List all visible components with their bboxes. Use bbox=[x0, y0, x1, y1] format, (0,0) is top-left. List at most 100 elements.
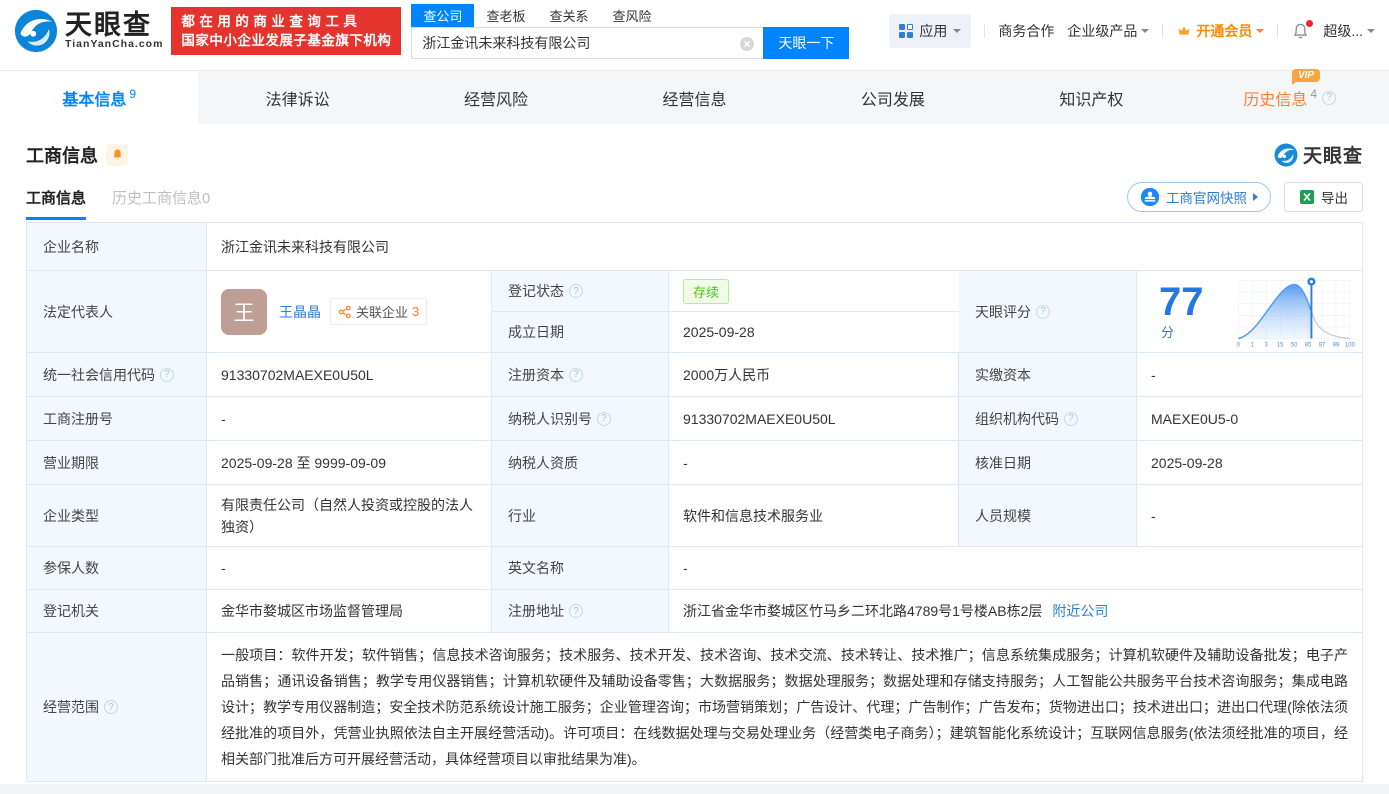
table-row: 企业类型 有限责任公司（自然人投资或控股的法人独资） 行业 软件和信息技术服务业… bbox=[27, 485, 1362, 547]
business-info-table: 企业名称 浙江金讯未来科技有限公司 法定代表人 王 王晶晶 关联企业 3 登记状… bbox=[26, 222, 1363, 782]
help-icon[interactable]: ? bbox=[569, 367, 583, 382]
business-term-label: 营业期限 bbox=[27, 441, 207, 484]
export-label: 导出 bbox=[1321, 191, 1348, 206]
reg-number-value: - bbox=[207, 397, 492, 440]
notification-bell-icon[interactable] bbox=[1291, 19, 1314, 41]
taxpayer-quality-label: 纳税人资质 bbox=[492, 441, 669, 484]
score-axis-tick: 97 bbox=[1318, 343, 1325, 349]
help-icon[interactable]: ? bbox=[160, 367, 174, 382]
company-nav-tabs: 基本信息 9 法律诉讼 经营风险 经营信息 公司发展 知识产权 VIP 历史信息 … bbox=[0, 68, 1389, 124]
company-type-label: 企业类型 bbox=[27, 485, 207, 546]
establish-date-value: 2025-09-28 bbox=[683, 324, 755, 340]
divider bbox=[984, 24, 986, 38]
tianyancha-logo-icon bbox=[14, 9, 58, 53]
help-icon[interactable]: ? bbox=[569, 284, 583, 298]
subscribe-bell-icon[interactable] bbox=[106, 143, 128, 166]
reg-status-label-cell: 登记状态 ? bbox=[492, 271, 669, 311]
insured-count-label: 参保人数 bbox=[27, 547, 207, 589]
search-tab-relation[interactable]: 查关系 bbox=[537, 4, 600, 27]
apps-menu-button[interactable]: 应用 bbox=[889, 14, 972, 48]
related-count: 3 bbox=[412, 304, 420, 319]
related-companies-badge[interactable]: 关联企业 3 bbox=[330, 298, 428, 325]
menu-enterprise-products[interactable]: 企业级产品 bbox=[1067, 21, 1150, 41]
score-axis-tick: 100 bbox=[1345, 343, 1356, 349]
registry-authority-label: 登记机关 bbox=[27, 590, 207, 632]
related-label: 关联企业 bbox=[356, 305, 409, 320]
menu-open-vip[interactable]: 开通会员 bbox=[1176, 21, 1265, 41]
search-area: 查公司 查老板 查关系 查风险 天眼一下 bbox=[411, 3, 850, 59]
credit-code-label-cell: 统一社会信用代码 ? bbox=[27, 353, 207, 396]
tab-intellectual-property[interactable]: 知识产权 bbox=[992, 71, 1190, 124]
tab-legal-proceedings[interactable]: 法律诉讼 bbox=[198, 71, 396, 124]
field-label: 注册地址 bbox=[508, 603, 564, 619]
credit-code-value: 91330702MAEXE0U50L bbox=[207, 353, 492, 396]
network-icon bbox=[338, 305, 351, 318]
watermark-brand: 天眼查 bbox=[1302, 146, 1363, 167]
reg-address-label-cell: 注册地址 ? bbox=[492, 590, 669, 632]
tianyancha-logo[interactable]: 天眼查 TianYanCha.com bbox=[14, 9, 163, 53]
tab-count: 9 bbox=[129, 86, 137, 101]
menu-label: 企业级产品 bbox=[1067, 23, 1138, 39]
chevron-down-icon bbox=[1367, 29, 1375, 37]
menu-super-vip[interactable]: 超级... bbox=[1323, 21, 1375, 41]
search-tab-label: 查关系 bbox=[549, 8, 589, 24]
nearby-companies-link[interactable]: 附近公司 bbox=[1052, 601, 1108, 621]
reg-address-value-cell: 浙江省金华市婺城区竹马乡二环北路4789号1号楼AB栋2层 附近公司 bbox=[669, 590, 1362, 632]
legal-rep-avatar[interactable]: 王 bbox=[221, 288, 267, 335]
promo-line-2: 国家中小企业发展子基金旗下机构 bbox=[181, 33, 392, 48]
tab-business-operations[interactable]: 经营信息 bbox=[595, 71, 793, 124]
table-row: 登记机关 金华市婺城区市场监督管理局 注册地址 ? 浙江省金华市婺城区竹马乡二环… bbox=[27, 590, 1362, 633]
tab-label: 历史信息 bbox=[1243, 91, 1308, 109]
apps-grid-icon bbox=[899, 24, 914, 38]
help-icon[interactable]: ? bbox=[597, 411, 611, 426]
tab-label: 法律诉讼 bbox=[265, 91, 330, 109]
tab-history-info[interactable]: VIP 历史信息 4 ? bbox=[1191, 68, 1389, 124]
help-icon[interactable]: ? bbox=[1322, 90, 1337, 105]
tab-basic-info[interactable]: 基本信息 9 bbox=[0, 71, 199, 124]
org-code-label-cell: 组织机构代码 ? bbox=[959, 397, 1137, 440]
tab-label: 基本信息 bbox=[62, 91, 127, 109]
tab-company-development[interactable]: 公司发展 bbox=[794, 71, 992, 124]
field-label: 统一社会信用代码 bbox=[43, 366, 155, 383]
search-tab-boss[interactable]: 查老板 bbox=[474, 4, 537, 27]
tab-operational-risk[interactable]: 经营风险 bbox=[397, 71, 595, 124]
help-icon[interactable]: ? bbox=[569, 604, 583, 618]
score-axis-tick: 15 bbox=[1277, 343, 1284, 349]
subtab-row: 工商信息 历史工商信息0 工商官网快照 导出 bbox=[0, 174, 1389, 220]
divider bbox=[1162, 24, 1164, 38]
menu-label: 开通会员 bbox=[1196, 23, 1253, 39]
subtab-business-info[interactable]: 工商信息 bbox=[26, 174, 87, 220]
legal-rep-name-link[interactable]: 王晶晶 bbox=[279, 302, 321, 322]
score-axis-tick: 85 bbox=[1304, 343, 1311, 349]
help-icon[interactable]: ? bbox=[104, 700, 118, 714]
approval-date-label: 核准日期 bbox=[959, 441, 1137, 484]
tab-label: 知识产权 bbox=[1059, 91, 1124, 109]
tab-count: 4 bbox=[1310, 86, 1318, 101]
tab-label: 经营信息 bbox=[662, 91, 727, 109]
company-name-value: 浙江金讯未来科技有限公司 bbox=[221, 238, 389, 255]
export-button[interactable]: 导出 bbox=[1284, 182, 1363, 212]
search-button[interactable]: 天眼一下 bbox=[763, 26, 850, 59]
chevron-down-icon bbox=[953, 29, 962, 37]
snapshot-label: 工商官网快照 bbox=[1166, 191, 1247, 206]
official-snapshot-button[interactable]: 工商官网快照 bbox=[1127, 182, 1271, 212]
menu-business-cooperation[interactable]: 商务合作 bbox=[998, 21, 1054, 41]
field-label: 纳税人识别号 bbox=[508, 410, 592, 427]
search-tab-risk[interactable]: 查风险 bbox=[600, 4, 663, 27]
help-icon[interactable]: ? bbox=[1036, 304, 1050, 319]
search-input[interactable] bbox=[412, 27, 764, 58]
score-value-cell: 77分 0 1 3 15 50 85 97 99 100 bbox=[1137, 271, 1362, 352]
help-icon[interactable]: ? bbox=[1064, 411, 1078, 426]
subtab-history-business-info[interactable]: 历史工商信息0 bbox=[112, 174, 210, 220]
menu-label: 超级... bbox=[1323, 23, 1363, 39]
status-badge: 存续 bbox=[683, 278, 730, 304]
search-tab-company[interactable]: 查公司 bbox=[411, 3, 475, 27]
clear-icon[interactable] bbox=[739, 36, 755, 52]
divider bbox=[1277, 24, 1279, 38]
search-tabs: 查公司 查老板 查关系 查风险 bbox=[411, 3, 849, 27]
tianyancha-logo-icon bbox=[1274, 143, 1298, 166]
company-name-label: 企业名称 bbox=[27, 223, 207, 270]
reg-capital-label-cell: 注册资本 ? bbox=[492, 353, 669, 396]
table-row: 法定代表人 王 王晶晶 关联企业 3 登记状态 ? 存续 成立日期 2025-0… bbox=[27, 271, 1362, 353]
taxpayer-id-value: 91330702MAEXE0U50L bbox=[669, 397, 959, 440]
